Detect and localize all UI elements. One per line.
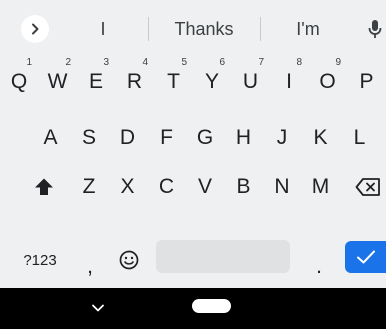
key-f[interactable]: F [147,110,186,166]
key-label: O [319,70,336,93]
expand-suggestions-button[interactable] [21,15,49,43]
key-label: F [160,126,173,149]
key-label: A [43,126,58,149]
key-label: V [197,175,212,198]
key-label: X [120,175,135,198]
key-hint: 4 [142,57,148,68]
key-r[interactable]: 4R [115,54,154,110]
key-label: . [316,255,322,278]
keyboard-row-1: 1Q 2W 3E 4R 5T 6Y 7U 8I 9O P [0,54,386,110]
keyboard-row-3: Z X C V B N M [0,159,386,215]
key-label: T [167,70,180,93]
key-h[interactable]: H [224,110,263,166]
comma-key[interactable]: , [74,232,106,288]
key-j[interactable]: J [263,110,301,166]
key-hint: 8 [296,57,302,68]
key-label: J [276,126,288,149]
key-label: Y [204,70,219,93]
key-label: D [119,126,136,149]
microphone-icon [368,20,382,38]
key-q[interactable]: 1Q [0,54,38,110]
key-label: L [353,126,366,149]
key-hint: 2 [65,57,71,68]
key-m[interactable]: M [301,159,340,215]
enter-key[interactable] [345,241,386,273]
key-label: M [311,175,330,198]
voice-input-button[interactable] [364,17,386,41]
backspace-icon [355,178,380,196]
key-hint: 5 [181,57,187,68]
suggestion-divider [260,17,261,41]
suggestion-divider [148,17,149,41]
key-label: Q [10,70,28,93]
key-w[interactable]: 2W [38,54,77,110]
key-i[interactable]: 8I [270,54,308,110]
key-s[interactable]: S [70,110,108,166]
key-k[interactable]: K [301,110,340,166]
suggestion-1[interactable]: I [62,14,144,44]
key-b[interactable]: B [224,159,263,215]
key-label: , [87,255,93,278]
navigation-bar [0,288,386,329]
emoji-icon [119,250,139,270]
suggestion-strip: I Thanks I'm [0,0,386,54]
period-key[interactable]: . [300,232,338,288]
key-hint: 3 [103,57,109,68]
chevron-down-icon [92,304,104,312]
key-n[interactable]: N [263,159,301,215]
key-label: G [196,126,214,149]
suggestion-2[interactable]: Thanks [150,14,258,44]
spacebar[interactable] [156,240,290,273]
keyboard-row-2: A S D F G H J K L [0,110,386,166]
key-v[interactable]: V [186,159,224,215]
key-hint: 1 [26,57,32,68]
key-label: I [286,70,292,93]
key-label: C [158,175,175,198]
key-x[interactable]: X [108,159,147,215]
key-l[interactable]: L [340,110,379,166]
key-hint: 7 [258,57,264,68]
emoji-key[interactable] [112,232,146,288]
key-a[interactable]: A [31,110,70,166]
key-label: Z [82,175,96,198]
key-label: H [235,126,252,149]
key-z[interactable]: Z [70,159,108,215]
key-label: B [236,175,251,198]
key-label: W [47,70,68,93]
key-g[interactable]: G [186,110,224,166]
chevron-right-icon [32,23,39,35]
key-label: E [88,70,103,93]
symbols-key[interactable]: ?123 [16,232,64,288]
shift-arrow-icon [35,178,53,195]
key-c[interactable]: C [147,159,186,215]
key-hint: 6 [219,57,225,68]
key-label: P [359,70,374,93]
key-label: K [313,126,328,149]
key-label: U [242,70,259,93]
key-t[interactable]: 5T [154,54,193,110]
key-label: ?123 [23,251,57,269]
key-label: R [126,70,143,93]
key-label: S [81,126,96,149]
key-y[interactable]: 6Y [193,54,231,110]
key-e[interactable]: 3E [77,54,115,110]
key-hint: 9 [335,57,341,68]
key-u[interactable]: 7U [231,54,270,110]
checkmark-icon [356,250,375,264]
key-d[interactable]: D [108,110,147,166]
key-p[interactable]: P [347,54,386,110]
hide-keyboard-button[interactable] [90,296,106,320]
key-o[interactable]: 9O [308,54,347,110]
shift-key[interactable] [24,159,64,215]
home-pill-icon[interactable] [192,299,231,313]
key-label: N [274,175,290,198]
suggestion-3[interactable]: I'm [264,14,352,44]
backspace-key[interactable] [349,159,386,215]
